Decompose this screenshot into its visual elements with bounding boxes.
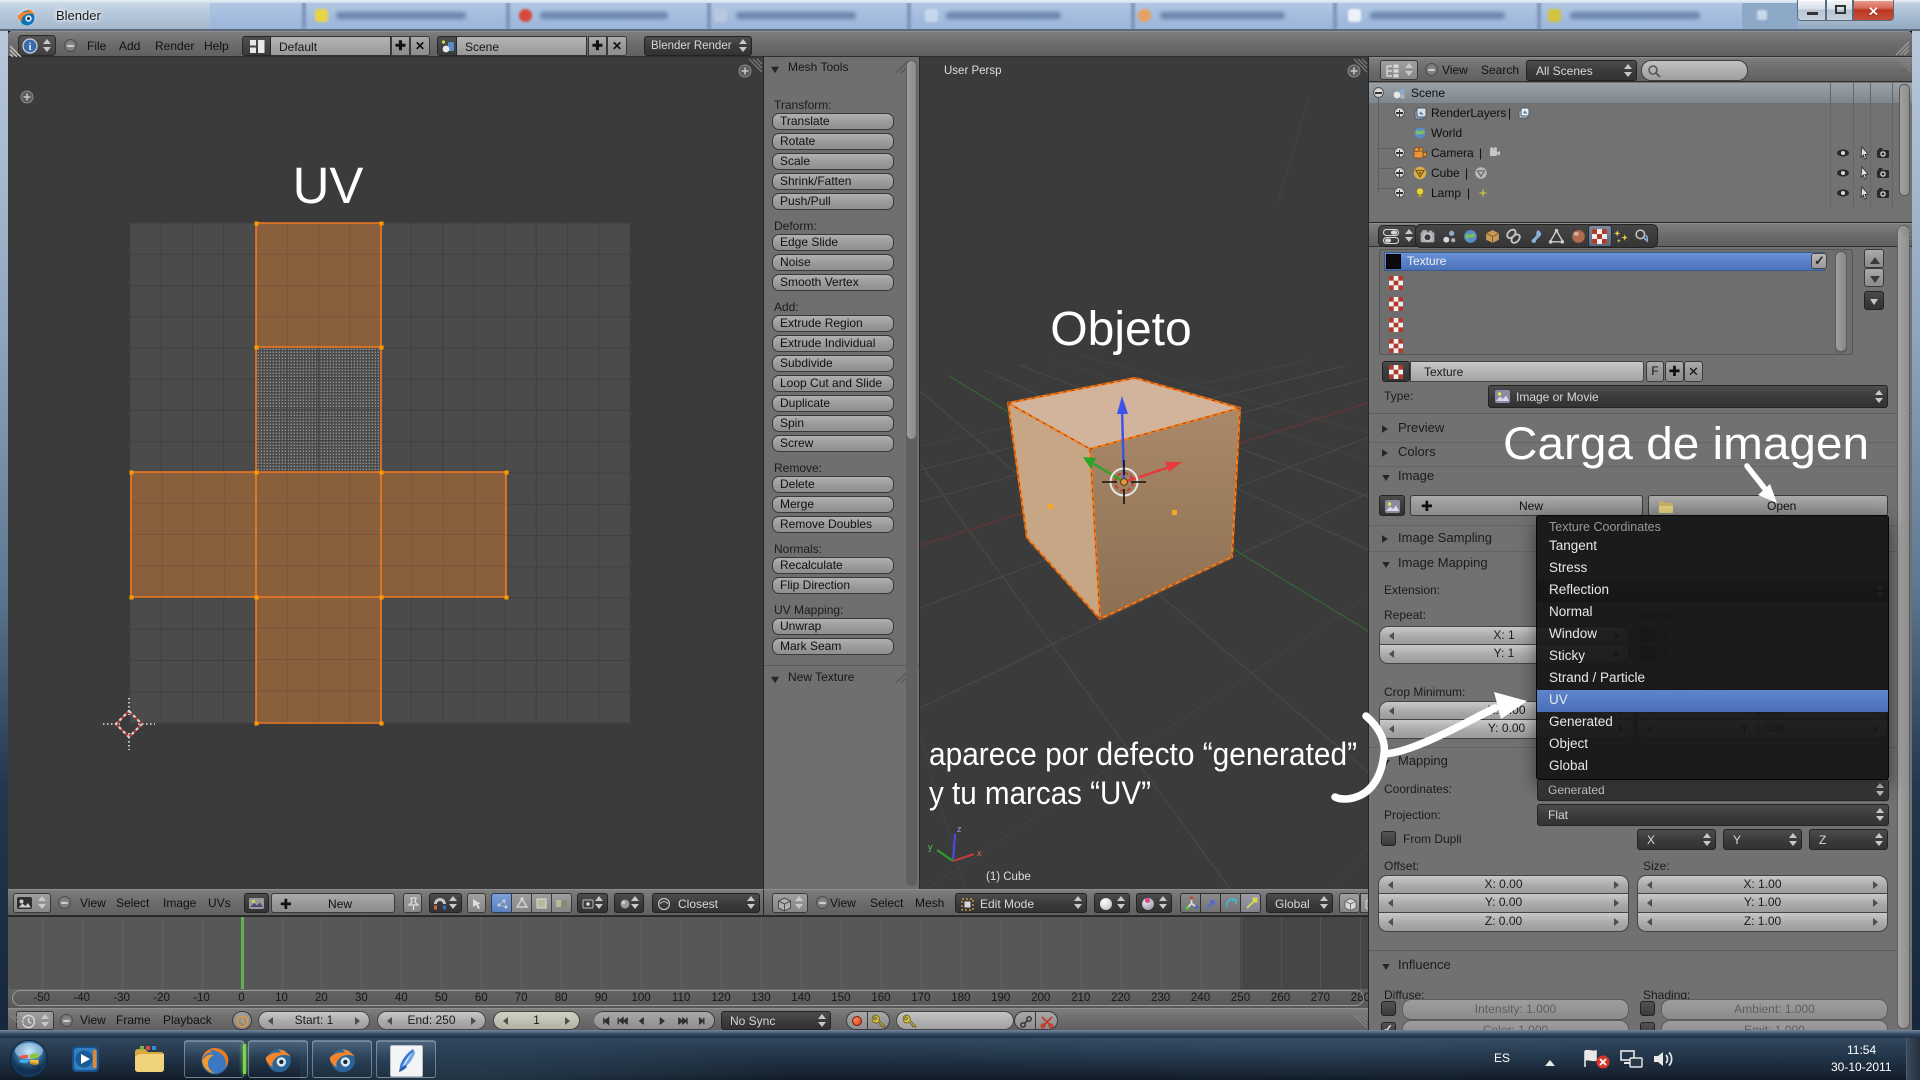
svg-text:User Persp: User Persp	[944, 65, 1002, 77]
svg-text:x: x	[977, 848, 982, 858]
svg-text:Objeto: Objeto	[1050, 303, 1191, 356]
svg-text:(1) Cube: (1) Cube	[986, 871, 1031, 883]
svg-text:i: i	[28, 41, 31, 53]
svg-text:z: z	[957, 824, 962, 834]
svg-text:y tu marcas “UV”: y tu marcas “UV”	[929, 775, 1151, 811]
svg-text:y: y	[928, 842, 933, 852]
svg-text:aparece por defecto “generated: aparece por defecto “generated”	[929, 736, 1357, 772]
svg-text:UV: UV	[293, 157, 364, 214]
